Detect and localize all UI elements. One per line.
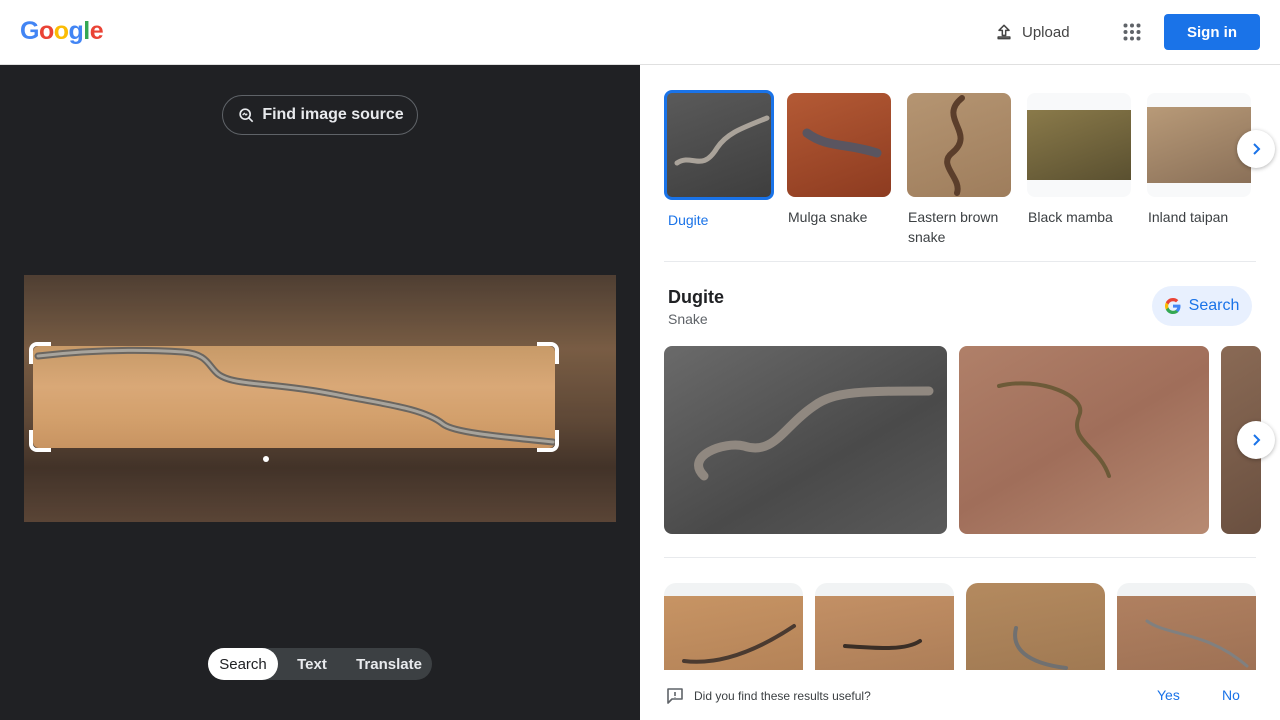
mode-search-tab[interactable]: Search	[208, 648, 278, 680]
chevron-right-icon	[1253, 434, 1261, 446]
entity-subtitle: Snake	[668, 311, 708, 327]
mode-text-tab[interactable]: Text	[278, 648, 346, 680]
crop-handle-bottom-right[interactable]	[537, 430, 559, 452]
entity-title: Dugite	[668, 287, 724, 307]
apps-button[interactable]	[1114, 14, 1150, 50]
match-thumbnail	[787, 93, 891, 197]
match-inland-taipan[interactable]: Inland taipan	[1144, 90, 1254, 227]
object-dot[interactable]	[263, 456, 269, 462]
match-label: Inland taipan	[1148, 209, 1229, 225]
snake-shape	[694, 386, 934, 481]
match-black-mamba[interactable]: Black mamba	[1024, 90, 1134, 227]
result-image-1[interactable]	[664, 346, 947, 534]
match-eastern-brown-snake[interactable]: Eastern brown snake	[904, 90, 1014, 247]
google-logo[interactable]: Google	[20, 17, 104, 46]
snake-shape	[997, 381, 1111, 478]
chevron-right-icon	[1253, 143, 1261, 155]
snake-shape	[34, 346, 555, 446]
top-matches-carousel: Dugite Mulga snake Eastern brown snake B…	[664, 90, 1256, 250]
entity-search-label: Search	[1188, 297, 1240, 314]
match-thumbnail	[1027, 93, 1131, 197]
match-thumbnail	[664, 90, 774, 200]
query-image	[24, 275, 616, 522]
match-thumbnail	[1147, 93, 1251, 197]
find-image-source-button[interactable]: Find image source	[222, 95, 418, 135]
feedback-question: Did you find these results useful?	[694, 689, 871, 703]
match-mulga-snake[interactable]: Mulga snake	[784, 90, 894, 227]
google-g-icon	[1164, 298, 1181, 314]
crop-selection-area[interactable]	[33, 346, 555, 448]
upload-button[interactable]: Upload	[984, 13, 1080, 51]
match-label: Eastern brown snake	[908, 209, 999, 245]
logo-letter: g	[68, 17, 84, 45]
divider	[664, 557, 1256, 558]
header: Google Upload Sign in	[0, 0, 1280, 65]
apps-grid-icon	[1123, 23, 1141, 41]
feedback-icon	[667, 688, 683, 704]
divider	[664, 261, 1256, 262]
entity-search-button[interactable]: Search	[1152, 286, 1252, 326]
sign-in-button[interactable]: Sign in	[1164, 14, 1260, 50]
mode-translate-tab[interactable]: Translate	[346, 648, 432, 680]
crop-handle-top-right[interactable]	[537, 342, 559, 364]
results-next-button[interactable]	[1237, 421, 1275, 459]
match-dugite[interactable]: Dugite	[664, 90, 774, 230]
find-image-source-label: Find image source	[262, 106, 404, 123]
match-label: Dugite	[668, 212, 709, 228]
mode-switcher: Search Text Translate	[208, 648, 432, 680]
matches-next-button[interactable]	[1237, 130, 1275, 168]
result-image-2[interactable]	[959, 346, 1209, 534]
logo-letter: o	[38, 17, 54, 45]
match-thumbnail	[907, 93, 1011, 197]
upload-label: Upload	[1022, 23, 1070, 41]
logo-letter: o	[53, 17, 69, 45]
image-search-icon	[239, 108, 254, 123]
feedback-bar: Did you find these results useful? Yes N…	[640, 670, 1280, 720]
upload-icon	[997, 24, 1011, 40]
crop-handle-bottom-left[interactable]	[29, 430, 51, 452]
crop-handle-top-left[interactable]	[29, 342, 51, 364]
match-label: Mulga snake	[788, 209, 868, 225]
results-panel: Dugite Mulga snake Eastern brown snake B…	[640, 65, 1280, 720]
logo-letter: G	[20, 17, 39, 45]
logo-letter: e	[89, 17, 104, 45]
match-label: Black mamba	[1028, 209, 1113, 225]
feedback-yes-button[interactable]: Yes	[1157, 687, 1180, 703]
feedback-no-button[interactable]: No	[1222, 687, 1240, 703]
query-image-panel: Find image source Search Text Translate	[0, 65, 640, 720]
